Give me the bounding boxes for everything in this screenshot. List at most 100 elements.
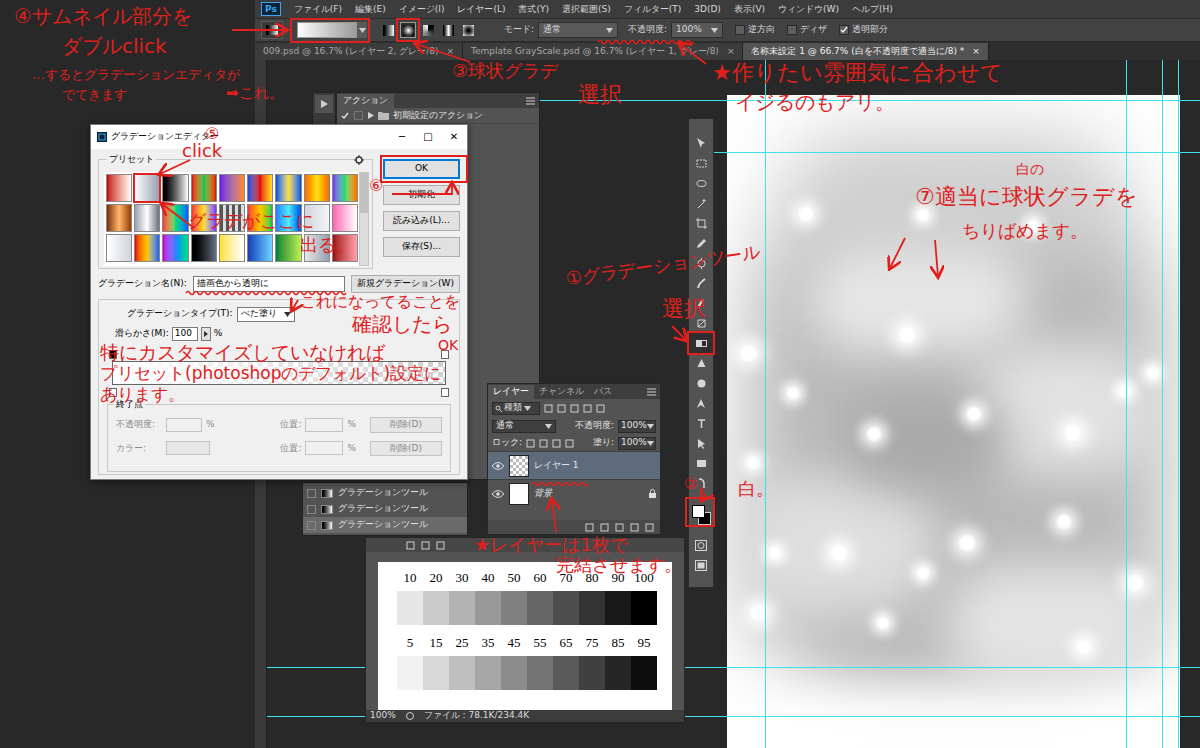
checkbox-row[interactable]: 逆方向 [735, 23, 775, 37]
actions-panel-button[interactable] [315, 95, 333, 113]
panel-tab[interactable]: パス [589, 385, 617, 399]
gradient-type-button[interactable] [380, 22, 396, 38]
tool-button[interactable] [689, 393, 713, 413]
tool-button[interactable] [689, 173, 713, 193]
window-control-button[interactable]: ✕ [441, 125, 467, 149]
tool-button[interactable] [689, 133, 713, 153]
preset-swatch[interactable] [191, 174, 217, 202]
stop-position-field[interactable] [305, 418, 343, 432]
color-stop[interactable] [441, 388, 449, 397]
preset-swatch[interactable] [275, 174, 301, 202]
preset-swatch[interactable] [219, 174, 245, 202]
gradient-type-button[interactable] [460, 22, 476, 38]
info-icon[interactable] [406, 712, 414, 720]
quick-mask-button[interactable] [689, 535, 713, 555]
menu-item[interactable]: レイヤー(L) [457, 0, 505, 18]
gradient-type-button[interactable] [400, 22, 416, 38]
checkbox[interactable] [839, 25, 849, 35]
opacity-field[interactable]: 100% [671, 22, 723, 38]
menu-item[interactable]: 書式(Y) [518, 0, 549, 18]
history-row[interactable]: グラデーションツール [303, 501, 467, 517]
document-tab[interactable]: 名称未設定 1 @ 66.7% (白を不透明度で適当に/8) *× [743, 43, 988, 60]
close-tab-button[interactable]: × [727, 45, 735, 59]
dialog-button[interactable]: 初期化 [383, 185, 460, 205]
tool-button[interactable] [689, 333, 713, 353]
menu-item[interactable]: ヘルプ(H) [852, 0, 893, 18]
eye-icon[interactable] [492, 490, 504, 498]
camera-icon[interactable] [421, 541, 430, 550]
expand-triangle-icon[interactable] [367, 112, 374, 119]
preset-swatch[interactable] [247, 234, 273, 262]
tool-button[interactable] [689, 433, 713, 453]
history-brush-box[interactable] [307, 521, 316, 530]
tool-button[interactable] [689, 373, 713, 393]
trash-icon[interactable] [436, 541, 445, 550]
preset-swatch[interactable] [219, 234, 245, 262]
blend-mode-select[interactable]: 通常 [492, 420, 556, 433]
shape-filter-icon[interactable] [583, 404, 592, 413]
menu-item[interactable]: ファイル(F) [294, 0, 342, 18]
tool-button[interactable] [689, 213, 713, 233]
preset-swatch[interactable] [162, 174, 188, 202]
checkbox[interactable] [735, 25, 745, 35]
tool-button[interactable] [689, 153, 713, 173]
lock-all-icon[interactable] [565, 439, 574, 448]
stop-color-box[interactable] [166, 441, 210, 455]
lock-transparency-icon[interactable] [526, 439, 535, 448]
tool-button[interactable] [689, 453, 713, 473]
history-row[interactable]: グラデーションツール [303, 517, 467, 533]
close-tab-button[interactable]: × [446, 45, 454, 59]
preset-swatch[interactable] [134, 234, 160, 262]
adjustment-filter-icon[interactable] [557, 404, 566, 413]
dialog-button[interactable]: 読み込み(L)... [383, 211, 460, 231]
smoothness-stepper[interactable] [201, 327, 211, 341]
type-filter-icon[interactable] [570, 404, 579, 413]
gear-icon[interactable] [354, 155, 364, 165]
screen-mode-button[interactable] [689, 555, 713, 575]
panel-tab[interactable]: アクション [337, 94, 394, 108]
menu-item[interactable]: 表示(V) [734, 0, 765, 18]
panel-menu-icon[interactable] [647, 388, 656, 396]
trash-icon[interactable] [645, 523, 654, 532]
tool-button[interactable] [689, 193, 713, 213]
dialog-toggle[interactable] [354, 111, 363, 120]
gradient-thumbnail[interactable] [297, 22, 357, 38]
gradient-picker-button[interactable] [357, 22, 367, 38]
tool-button[interactable] [689, 353, 713, 373]
document-tab[interactable]: Template GrayScale.psd @ 16.7% (レイヤー 1, … [463, 43, 743, 60]
panel-tab[interactable]: チャンネル [534, 385, 589, 399]
new-layer-icon[interactable] [630, 523, 639, 532]
layer-filter-select[interactable]: 種類 [492, 402, 540, 415]
menu-item[interactable]: ウィンドウ(W) [778, 0, 839, 18]
smoothness-field[interactable]: 100 [172, 327, 198, 341]
gradient-name-field[interactable]: 描画色から透明に [193, 276, 345, 292]
panel-tab[interactable]: レイヤー [488, 385, 534, 399]
pixel-filter-icon[interactable] [544, 404, 553, 413]
action-set-row[interactable]: 初期設定のアクション [337, 108, 539, 124]
preset-swatch[interactable] [332, 204, 358, 232]
tool-button[interactable] [689, 273, 713, 293]
menu-item[interactable]: イメージ(I) [399, 0, 445, 18]
delete-stop-button[interactable]: 削除(D) [370, 441, 442, 457]
preset-swatch[interactable] [304, 174, 330, 202]
history-brush-box[interactable] [307, 489, 316, 498]
layer-row[interactable]: レイヤー 1 [488, 451, 660, 479]
stop-position-field[interactable] [305, 441, 343, 455]
preset-swatch[interactable] [247, 174, 273, 202]
dialog-button[interactable]: 保存(S)... [383, 237, 460, 257]
preset-swatch[interactable] [332, 174, 358, 202]
layer-row[interactable]: 背景 [488, 479, 660, 507]
mask-icon[interactable] [615, 523, 624, 532]
history-brush-box[interactable] [307, 505, 316, 514]
checkbox-row[interactable]: ディザ [787, 23, 827, 37]
eye-icon[interactable] [492, 462, 504, 470]
lock-pixels-icon[interactable] [539, 439, 548, 448]
stop-value-field[interactable] [166, 418, 202, 432]
checkbox[interactable] [787, 25, 797, 35]
document-tab[interactable]: 009.psd @ 16.7% (レイヤー 2, グレー/8)× [255, 43, 463, 60]
checkbox-row[interactable]: 透明部分 [839, 23, 888, 37]
preset-swatch[interactable] [134, 204, 160, 232]
gradient-type-button[interactable] [440, 22, 456, 38]
foreground-color-swatch[interactable] [692, 505, 705, 518]
menu-item[interactable]: 3D(D) [694, 0, 721, 18]
